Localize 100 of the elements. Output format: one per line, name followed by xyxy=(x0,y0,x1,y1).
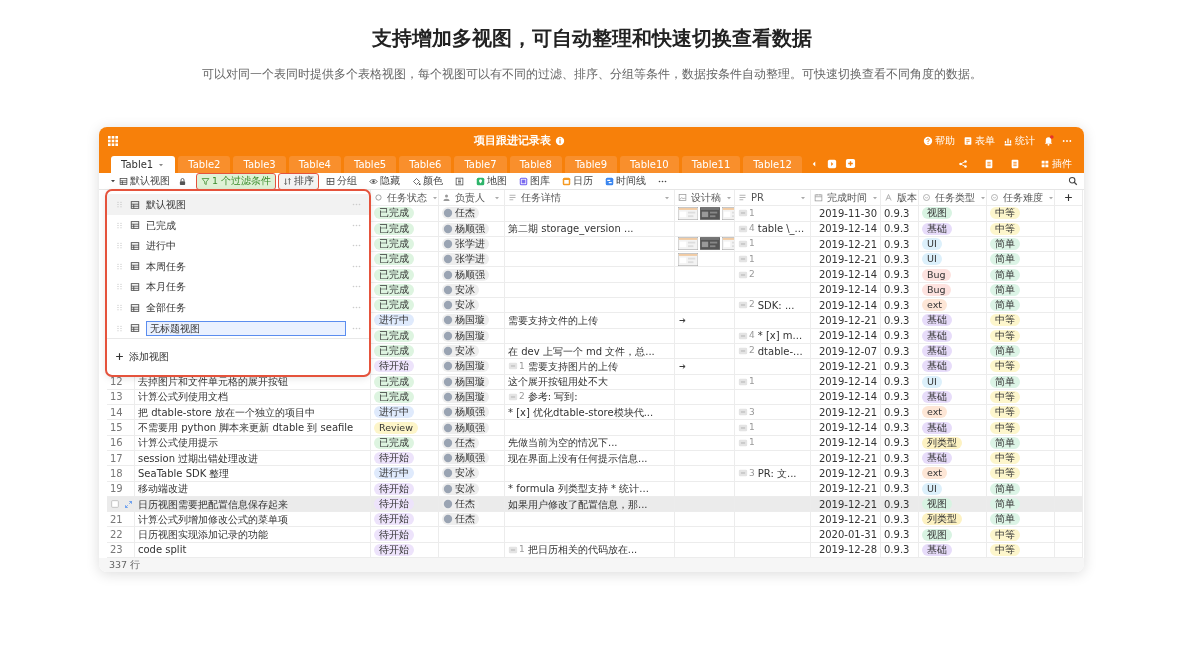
column-header[interactable]: PR xyxy=(735,190,811,207)
status-tag: 待开始 xyxy=(374,360,414,373)
view-name-field[interactable]: 无标题视图 xyxy=(146,320,346,336)
column-header[interactable]: 负责人 xyxy=(439,190,505,207)
attachment-count: 3 xyxy=(749,405,755,419)
person-name: 杨国璇 xyxy=(455,390,485,403)
column-header[interactable]: 完成时间 xyxy=(811,190,881,207)
type-tag: ext xyxy=(922,467,948,480)
difficulty-tag: 简单 xyxy=(990,345,1020,358)
attachment-count: 4 xyxy=(749,329,755,342)
type-tag: 基础 xyxy=(922,421,952,434)
table-cell: 2019-12-21 xyxy=(811,466,881,482)
type-tag: 基础 xyxy=(922,222,952,235)
attachment-count: 1 xyxy=(749,374,755,388)
add-view-button[interactable]: 添加视图 xyxy=(107,338,369,376)
type-tag: UI xyxy=(922,375,942,388)
column-label: 任务类型 xyxy=(935,191,975,206)
row-number: 14 xyxy=(107,405,135,421)
status-tag: 已完成 xyxy=(374,436,414,449)
column-header[interactable]: 设计稿 xyxy=(675,190,735,207)
cell-text: PR: 文... xyxy=(757,466,797,481)
view-item[interactable]: 已完成 xyxy=(107,214,369,236)
table-cell: 2019-12-14 xyxy=(811,298,881,314)
difficulty-tag: 中等 xyxy=(990,360,1020,373)
type-tag: ext xyxy=(922,406,948,419)
difficulty-tag: 中等 xyxy=(990,467,1020,480)
table-cell: 计算公式使用提示 xyxy=(135,435,371,451)
cell-text: * [x] m... xyxy=(757,329,803,343)
difficulty-tag: 中等 xyxy=(990,329,1020,342)
difficulty-tag: 简单 xyxy=(990,375,1020,388)
page-subtitle: 可以对同一个表同时提供多个表格视图，每个视图可以有不同的过滤、排序、分组等条件，数据按条件自动整理。可快速切换查看不同角度的数据。 xyxy=(201,66,982,83)
cell-text: 参考: 写到: xyxy=(527,390,578,405)
column-label: 负责人 xyxy=(455,191,485,206)
type-tag: 列类型 xyxy=(922,513,962,526)
difficulty-tag: 中等 xyxy=(990,390,1020,403)
table-cell: 2019-12-14 xyxy=(811,328,881,344)
table-cell: 2019-12-14 xyxy=(811,420,881,436)
person-name: 杨国璇 xyxy=(455,375,485,388)
person-name: 杨国璇 xyxy=(455,329,485,342)
row-number: 13 xyxy=(107,389,135,406)
table-cell: 0.9.3 xyxy=(881,343,919,360)
table-cell: 2019-12-21 xyxy=(811,359,881,375)
table-cell: 0.9.3 xyxy=(881,374,919,390)
table-cell: 2019-12-21 xyxy=(811,405,881,421)
difficulty-tag: 简单 xyxy=(990,299,1020,312)
cell-text: 把日历相关的代码放在... xyxy=(527,543,638,558)
attachment-count: 1 xyxy=(749,436,755,450)
attachment-count: 2 xyxy=(519,390,525,404)
type-tag: 基础 xyxy=(922,543,952,556)
view-item[interactable]: 进行中 xyxy=(107,235,369,257)
type-tag: UI xyxy=(922,482,942,495)
difficulty-tag: 中等 xyxy=(990,222,1020,235)
view-item[interactable]: 无标题视图 xyxy=(107,317,369,339)
view-item[interactable]: 默认视图 xyxy=(107,194,369,215)
cell-text: * [x] 优化dtable-store模块代... xyxy=(508,405,654,420)
gallery-button[interactable]: 图库 xyxy=(515,173,555,189)
status-tag: 已完成 xyxy=(374,375,414,388)
group-button[interactable]: 分组 xyxy=(322,173,362,189)
difficulty-tag: 简单 xyxy=(990,238,1020,250)
column-header[interactable]: 版本 xyxy=(881,190,919,207)
column-header[interactable]: 任务类型 xyxy=(919,190,987,207)
view-item[interactable]: 本周任务 xyxy=(107,256,369,277)
map-button[interactable]: 地图 xyxy=(472,173,512,189)
table-cell: 0.9.3 xyxy=(881,359,919,375)
person-name: 杨顺强 xyxy=(455,452,485,465)
type-tag: 视图 xyxy=(922,528,952,541)
view-item[interactable]: 全部任务 xyxy=(107,297,369,318)
table-tab[interactable]: Table1 xyxy=(111,156,176,174)
table-cell: 把 dtable-store 放在一个独立的项目中 xyxy=(135,405,371,421)
hide-button[interactable]: 隐藏 xyxy=(365,173,405,189)
color-button[interactable]: 颜色 xyxy=(408,173,448,189)
person-name: 杨国璇 xyxy=(455,360,485,373)
row-number: 21 xyxy=(107,512,135,528)
column-header[interactable]: 任务难度 xyxy=(987,190,1055,207)
table-cell: 计算公式列增加修改公式的菜单项 xyxy=(135,512,371,528)
status-tag: 已完成 xyxy=(374,390,414,403)
table-cell: 0.9.3 xyxy=(881,481,919,497)
person-name: 任杰 xyxy=(455,498,475,511)
row-number: 19 xyxy=(107,481,135,497)
filter-button[interactable]: 1 个过滤条件 xyxy=(197,173,276,189)
person-name: 任杰 xyxy=(455,436,475,449)
column-header[interactable]: 任务详情 xyxy=(505,190,675,207)
calendar-button[interactable]: 日历 xyxy=(558,173,598,189)
status-tag: 已完成 xyxy=(374,238,414,250)
view-selector[interactable]: 默认视图 xyxy=(105,173,174,189)
status-tag: 进行中 xyxy=(374,314,414,327)
difficulty-tag: 中等 xyxy=(990,207,1020,220)
sort-button[interactable]: 排序 xyxy=(279,173,319,189)
timeline-button[interactable]: 时间线 xyxy=(601,173,651,189)
column-label: 版本 xyxy=(897,191,917,206)
table-cell: 0.9.3 xyxy=(881,313,919,329)
person-name: 张学进 xyxy=(455,253,485,266)
row-number: 16 xyxy=(107,435,135,451)
status-tag: 已完成 xyxy=(374,268,414,281)
attachment-count: 2 xyxy=(749,298,755,312)
type-tag: UI xyxy=(922,253,942,266)
type-tag: 基础 xyxy=(922,345,952,358)
column-header[interactable]: 任务状态 xyxy=(371,190,439,207)
view-item[interactable]: 本月任务 xyxy=(107,276,369,298)
cell-text: 需要支持文件的上传 xyxy=(508,314,598,328)
